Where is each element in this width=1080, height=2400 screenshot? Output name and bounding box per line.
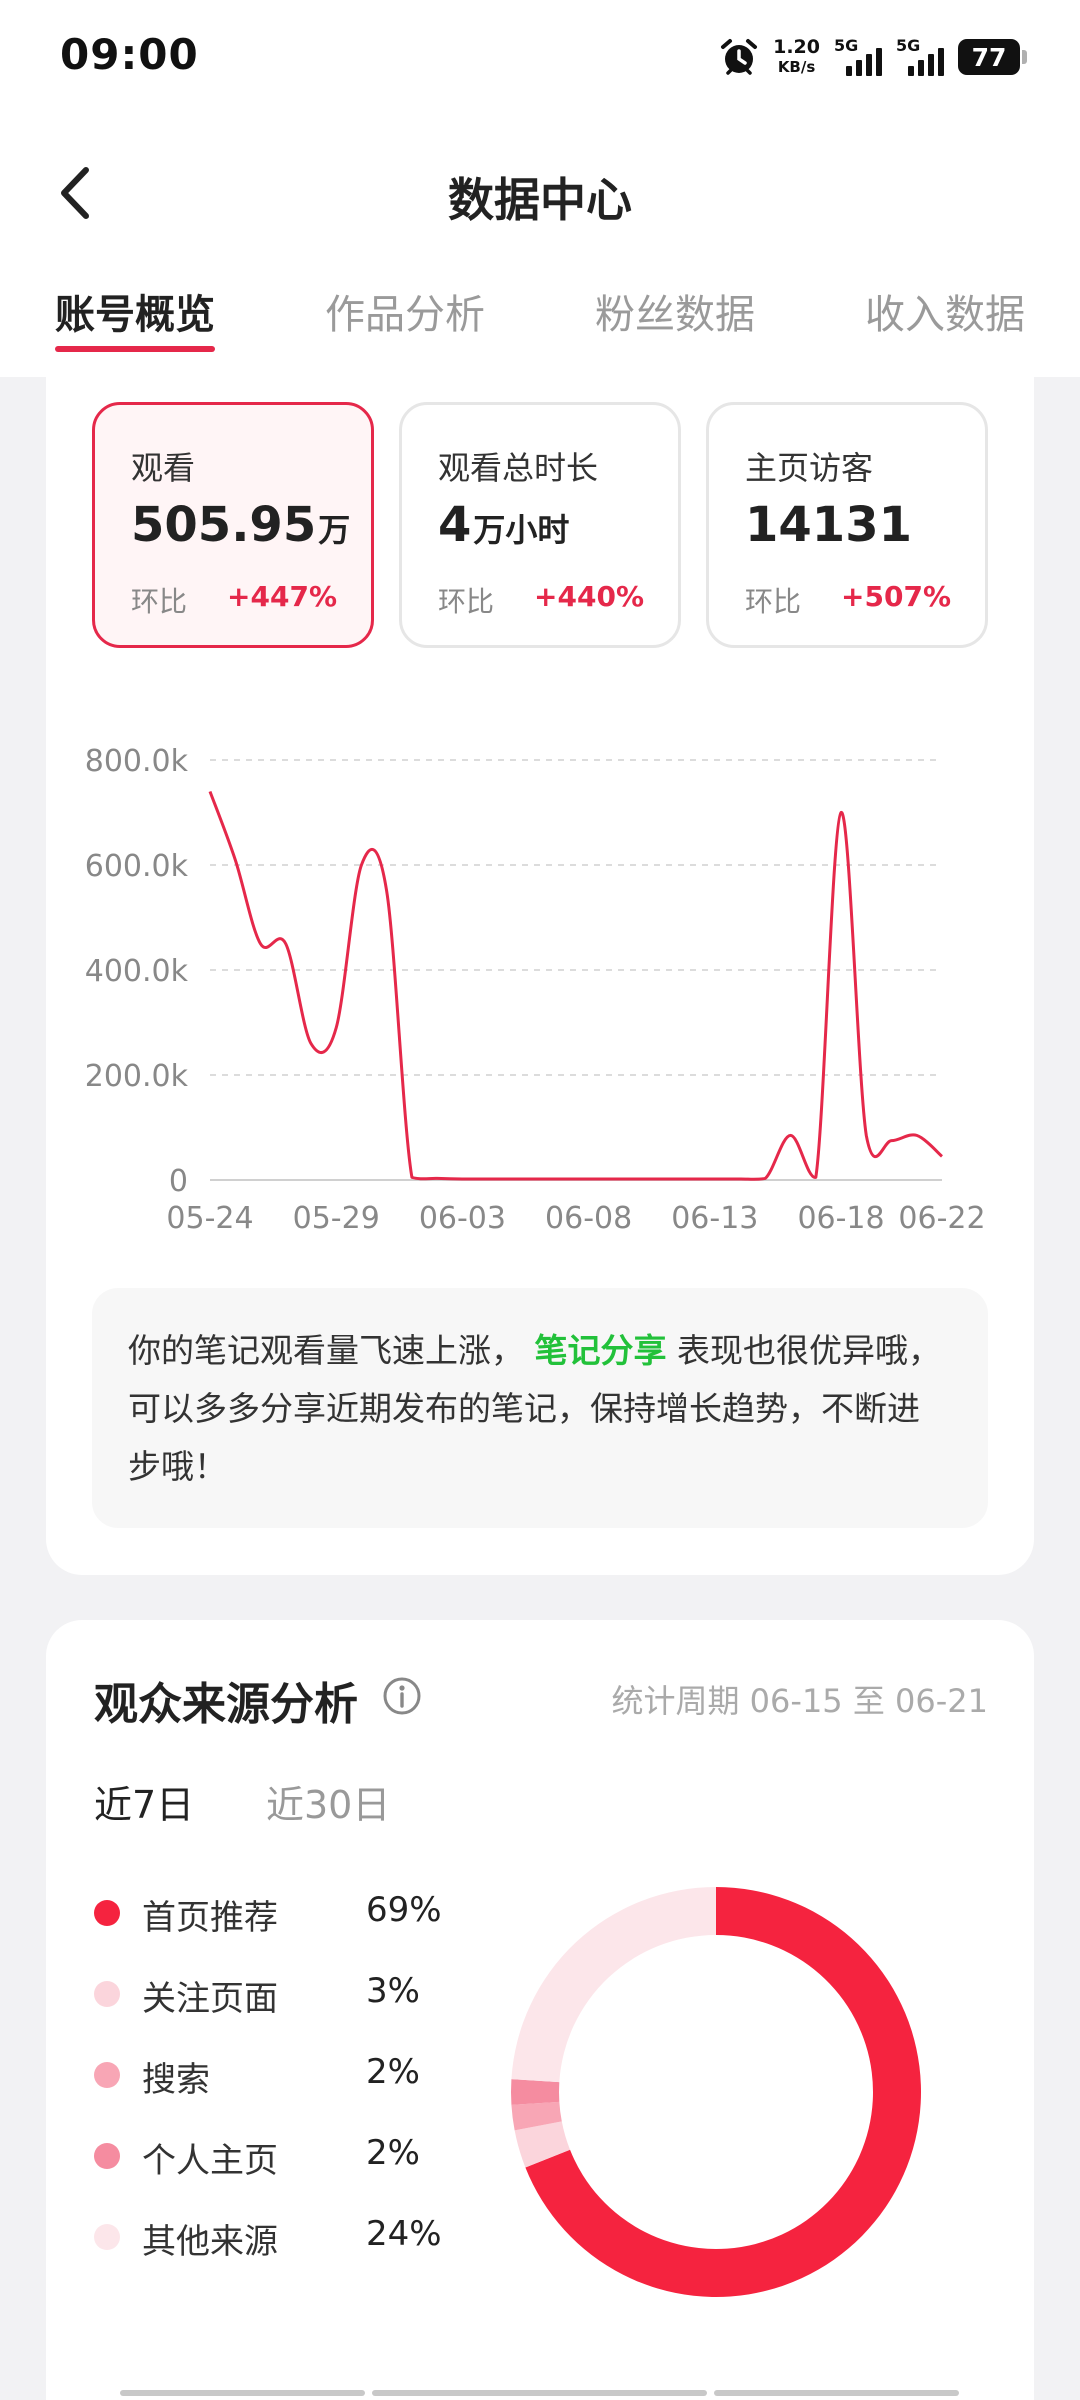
- x-tick-label: 06-03: [419, 1201, 506, 1236]
- metric-card-profile-visitors[interactable]: 主页访客 14131 环比 +507%: [706, 402, 988, 648]
- scroll-indicator: [714, 2390, 959, 2396]
- metric-change: +447%: [227, 580, 337, 613]
- status-time: 09:00: [60, 30, 199, 79]
- insight-tip: 你的笔记观看量飞速上涨， 笔记分享 表现也很优异哦，可以多多分享近期发布的笔记，…: [92, 1288, 988, 1528]
- legend-item: 个人主页 2%: [94, 2125, 514, 2185]
- metric-card-views[interactable]: 观看 505.95万 环比 +447%: [92, 402, 374, 648]
- metric-label: 观看总时长: [438, 449, 599, 487]
- legend-item: 首页推荐 69%: [94, 1882, 514, 1942]
- legend-dot: [94, 2062, 120, 2088]
- tab-bar: 账号概览 作品分析 粉丝数据 收入数据: [0, 282, 1080, 352]
- metric-compare-label: 环比: [131, 585, 188, 618]
- x-tick-label: 06-13: [671, 1201, 758, 1236]
- insight-highlight: 笔记分享: [534, 1331, 667, 1370]
- legend-dot: [94, 1900, 120, 1926]
- tab-fans-data[interactable]: 粉丝数据: [595, 282, 755, 340]
- legend-item: 其他来源 24%: [94, 2206, 514, 2266]
- audience-source-card: 观众来源分析 统计周期 06-15 至 06-21 近7日 近30日 首页推荐 …: [46, 1620, 1034, 2400]
- info-icon[interactable]: [382, 1676, 422, 1716]
- metric-card-watch-time[interactable]: 观看总时长 4万小时 环比 +440%: [399, 402, 681, 648]
- scroll-indicator: [372, 2390, 707, 2396]
- donut-slice: [511, 2079, 560, 2105]
- stat-period: 统计周期 06-15 至 06-21: [611, 1682, 989, 1720]
- views-series-line: [208, 790, 944, 1181]
- status-icons: 1.20 KB/s 5G 5G 77: [719, 32, 1027, 82]
- section-title: 观众来源分析: [94, 1679, 358, 1730]
- segment-7-days[interactable]: 近7日: [94, 1774, 194, 1829]
- x-tick-label: 05-24: [166, 1201, 253, 1236]
- metric-value: 505.95万: [131, 497, 351, 553]
- y-tick-label: 400.0k: [85, 954, 189, 989]
- tab-account-overview[interactable]: 账号概览: [55, 282, 215, 340]
- battery-icon: 77: [958, 39, 1027, 75]
- status-bar: 09:00 1.20 KB/s 5G 5G 77: [0, 0, 1080, 112]
- y-tick-label: 600.0k: [85, 849, 189, 884]
- metric-value: 14131: [745, 497, 912, 553]
- y-tick-label: 200.0k: [85, 1059, 189, 1094]
- metric-change: +440%: [534, 580, 644, 613]
- segment-30-days[interactable]: 近30日: [266, 1774, 390, 1829]
- active-tab-indicator: [55, 346, 215, 352]
- legend-item: 关注页面 3%: [94, 1963, 514, 2023]
- page-header: 数据中心 账号概览 作品分析 粉丝数据 收入数据: [0, 112, 1080, 377]
- x-tick-label: 06-18: [797, 1201, 884, 1236]
- legend-dot: [94, 2224, 120, 2250]
- x-tick-label: 06-08: [545, 1201, 632, 1236]
- y-tick-label: 0: [169, 1164, 188, 1199]
- metric-change: +507%: [841, 580, 951, 613]
- metric-value: 4万小时: [438, 497, 570, 553]
- metric-compare-label: 环比: [438, 585, 495, 618]
- legend-dot: [94, 1981, 120, 2007]
- source-donut-chart: [511, 1887, 921, 2297]
- signal-icon: 5G: [834, 36, 882, 76]
- signal-icon: 5G: [896, 36, 944, 76]
- y-tick-label: 800.0k: [85, 744, 189, 779]
- tab-income-data[interactable]: 收入数据: [865, 282, 1025, 340]
- alarm-icon: [721, 39, 758, 75]
- page-title: 数据中心: [448, 173, 632, 227]
- metric-label: 主页访客: [745, 449, 874, 487]
- legend-dot: [94, 2143, 120, 2169]
- metric-label: 观看: [131, 449, 196, 487]
- overview-card: 观看 505.95万 环比 +447% 观看总时长 4万小时 环比 +440% …: [46, 360, 1034, 1575]
- network-speed: 1.20 KB/s: [773, 36, 820, 76]
- x-tick-label: 05-29: [293, 1201, 380, 1236]
- legend-item: 搜索 2%: [94, 2044, 514, 2104]
- donut-slice: [511, 1887, 716, 2083]
- tab-works-analysis[interactable]: 作品分析: [325, 282, 485, 340]
- scroll-indicator: [120, 2390, 365, 2396]
- x-tick-label: 06-22: [898, 1201, 985, 1236]
- metric-compare-label: 环比: [745, 585, 802, 618]
